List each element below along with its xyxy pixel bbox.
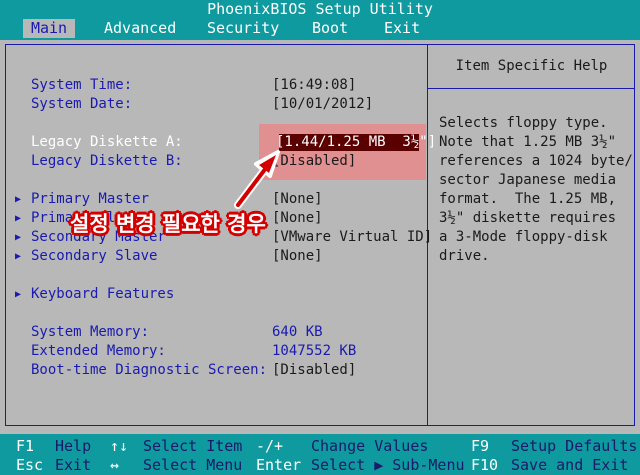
help-line: Note that 1.25 MB 3½" bbox=[439, 134, 617, 150]
system-date-value[interactable]: [10/01/2012] bbox=[272, 95, 373, 114]
submenu-arrow-icon: ▶ bbox=[15, 289, 22, 300]
help-separator bbox=[428, 88, 635, 89]
primary-slave-value: [None] bbox=[272, 210, 323, 226]
submenu-arrow-icon: ▶ bbox=[15, 194, 22, 205]
secondary-slave-label[interactable]: Secondary Slave bbox=[31, 247, 157, 266]
app-title: PhoenixBIOS Setup Utility bbox=[207, 0, 433, 18]
help-line: 3½" diskette requires bbox=[439, 210, 617, 226]
legacy-diskette-b-label[interactable]: Legacy Diskette B: bbox=[31, 152, 183, 171]
footer-key: ↑↓ bbox=[110, 437, 129, 455]
annotation-callout: 설정 변경 필요한 경우 bbox=[70, 212, 266, 236]
system-time-label: System Time: bbox=[31, 77, 133, 93]
help-line: Selects floppy type. bbox=[439, 115, 608, 131]
footer-text: Select ▶ Sub-Menu bbox=[311, 456, 465, 474]
boot-diagnostic-label[interactable]: Boot-time Diagnostic Screen: bbox=[31, 361, 267, 380]
legacy-diskette-a-label[interactable]: Legacy Diskette A: bbox=[31, 133, 183, 152]
help-line: a 3-Mode floppy-disk bbox=[439, 229, 608, 245]
footer-key: Esc bbox=[16, 456, 44, 474]
secondary-slave-value: [None] bbox=[272, 248, 323, 264]
footer-text: Exit bbox=[55, 456, 92, 474]
menu-advanced[interactable]: Advanced bbox=[104, 19, 176, 38]
extended-memory-label: Extended Memory: bbox=[31, 343, 166, 359]
footer-key: -/+ bbox=[256, 437, 284, 455]
footer-key: F10 bbox=[471, 456, 499, 474]
system-memory-label: System Memory: bbox=[31, 324, 150, 340]
menu-main[interactable]: Main bbox=[23, 19, 75, 38]
submenu-arrow-icon: ▶ bbox=[15, 213, 22, 224]
extended-memory-value: 1047552 KB bbox=[272, 343, 357, 359]
primary-master-label[interactable]: Primary Master bbox=[31, 190, 149, 209]
footer-key: F9 bbox=[471, 437, 490, 455]
footer-key: Enter bbox=[256, 456, 302, 474]
secondary-master-value: [VMware Virtual ID] bbox=[272, 229, 433, 245]
footer-key: F1 bbox=[16, 437, 35, 455]
submenu-arrow-icon: ▶ bbox=[15, 232, 22, 243]
footer-text: Setup Defaults bbox=[511, 437, 638, 455]
footer-text: Select Item bbox=[143, 437, 243, 455]
help-line: references a 1024 byte/ bbox=[439, 153, 633, 169]
system-date-label: System Date: bbox=[31, 96, 133, 112]
footer-text: Help bbox=[55, 437, 92, 455]
help-line: drive. bbox=[439, 248, 490, 264]
menu-exit[interactable]: Exit bbox=[384, 19, 420, 38]
legacy-diskette-a-value[interactable]: [1.44/1.25 MB 3½"] bbox=[276, 133, 436, 152]
submenu-arrow-icon: ▶ bbox=[15, 251, 22, 262]
footer-text: Save and Exit bbox=[511, 456, 629, 474]
system-time-value[interactable]: [16:49:08] bbox=[272, 76, 356, 95]
legacy-diskette-b-value[interactable]: [Disabled] bbox=[272, 152, 356, 171]
footer-text: Select Menu bbox=[143, 456, 243, 474]
footer-text: Change Values bbox=[311, 437, 429, 455]
boot-diagnostic-value[interactable]: [Disabled] bbox=[272, 361, 356, 380]
help-title: Item Specific Help bbox=[455, 58, 608, 74]
keyboard-features-label[interactable]: Keyboard Features bbox=[31, 285, 174, 304]
menu-boot[interactable]: Boot bbox=[312, 19, 348, 38]
primary-master-value: [None] bbox=[272, 191, 323, 207]
menu-security[interactable]: Security bbox=[207, 19, 279, 38]
help-line: sector Japanese media bbox=[439, 172, 617, 188]
system-memory-value: 640 KB bbox=[272, 324, 323, 340]
help-line: format. The 1.25 MB, bbox=[439, 191, 617, 207]
footer-key: ↔ bbox=[110, 456, 120, 474]
